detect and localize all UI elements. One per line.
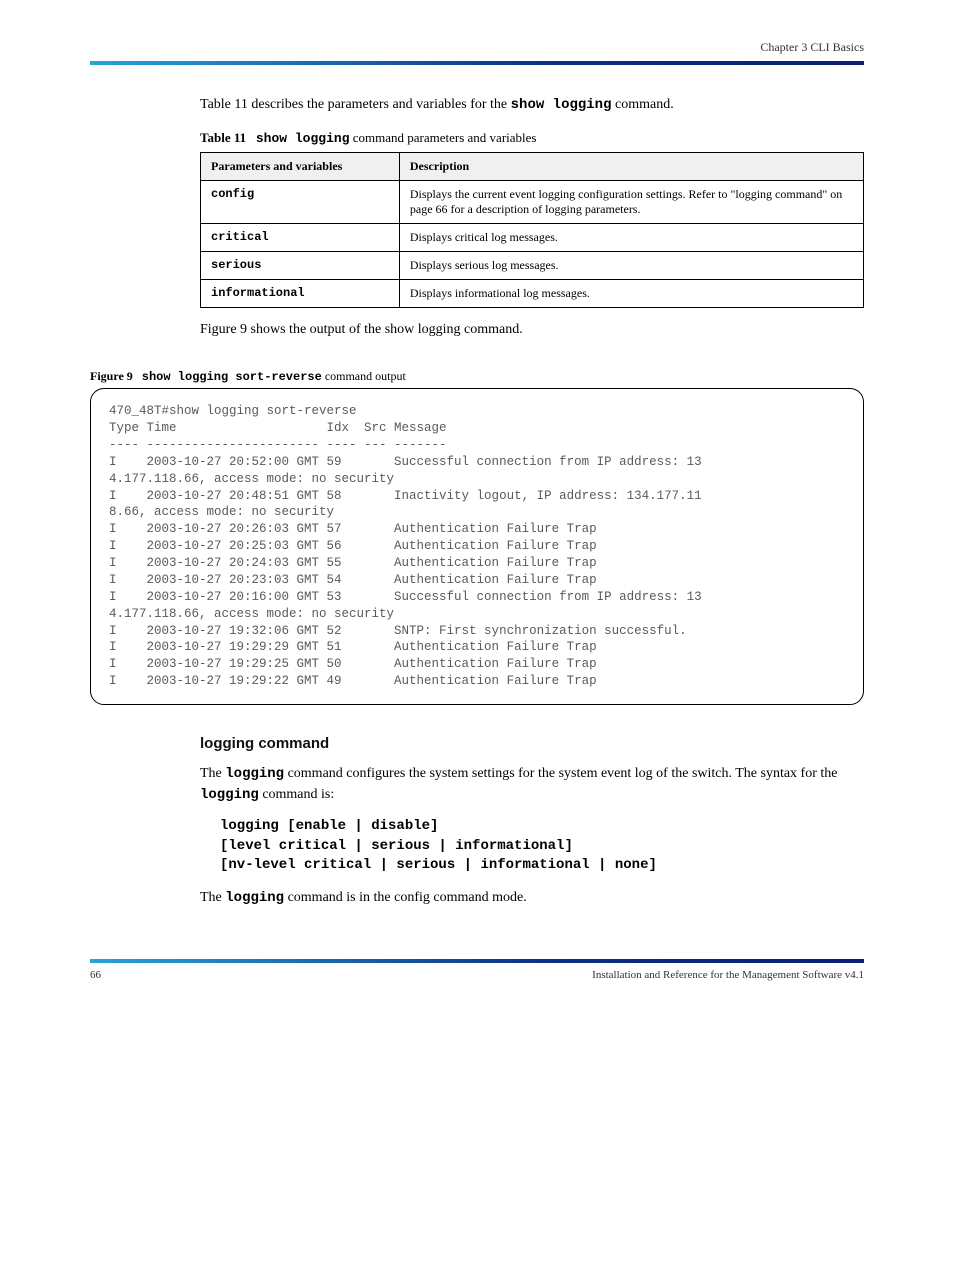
table-number: Table 11 [200, 130, 246, 145]
table-caption-code: show logging [256, 131, 350, 146]
text: command is: [259, 787, 334, 802]
figure-number: Figure 9 [90, 369, 133, 383]
cell-param: critical [201, 223, 400, 251]
header-rule [90, 61, 864, 65]
figure-caption-code: show logging sort-reverse [142, 370, 322, 384]
table-row: config Displays the current event loggin… [201, 180, 864, 223]
document-page: Chapter 3 CLI Basics Table 11 describes … [0, 0, 954, 1021]
text: command. [611, 97, 673, 112]
section-heading: logging command [90, 735, 864, 752]
table-caption: Table 11 show logging command parameters… [200, 130, 864, 146]
text: command parameters and variables [350, 130, 537, 145]
text: command output [322, 369, 406, 383]
cell-param: serious [201, 251, 400, 279]
cell-desc: Displays informational log messages. [399, 279, 863, 307]
inline-code: show logging [511, 97, 612, 113]
cell-param: config [201, 180, 400, 223]
terminal-output-box: 470_48T#show logging sort-reverse Type T… [90, 388, 864, 705]
header-chapter-title: Chapter 3 CLI Basics [90, 40, 864, 55]
cell-desc: Displays serious log messages. [399, 251, 863, 279]
page-footer: 66 Installation and Reference for the Ma… [90, 959, 864, 981]
footer-page-number: 66 [90, 969, 101, 981]
section-paragraph-1: The logging command configures the syste… [90, 764, 864, 805]
table-header-row: Parameters and variables Description [201, 152, 864, 180]
cell-desc: Displays the current event logging confi… [399, 180, 863, 223]
terminal-output: 470_48T#show logging sort-reverse Type T… [109, 403, 845, 690]
th-parameter: Parameters and variables [201, 152, 400, 180]
figure-intro-paragraph: Figure 9 shows the output of the show lo… [90, 320, 864, 340]
inline-code: logging [225, 766, 284, 782]
text: command configures the system settings f… [284, 766, 837, 781]
text: The [200, 766, 225, 781]
text: Table 11 describes the parameters and va… [200, 97, 511, 112]
table-row: serious Displays serious log messages. [201, 251, 864, 279]
table-intro-paragraph: Table 11 describes the parameters and va… [90, 95, 864, 116]
table-row: informational Displays informational log… [201, 279, 864, 307]
syntax-block: logging [enable | disable] [level critic… [90, 817, 864, 876]
text: The [200, 890, 225, 905]
inline-code: logging [200, 787, 259, 803]
text: command is in the config command mode. [284, 890, 527, 905]
table-row: critical Displays critical log messages. [201, 223, 864, 251]
figure-caption: Figure 9 show logging sort-reverse comma… [90, 369, 864, 384]
section-paragraph-2: The logging command is in the config com… [90, 888, 864, 909]
th-description: Description [399, 152, 863, 180]
footer-rule [90, 959, 864, 963]
footer-doc-title: Installation and Reference for the Manag… [592, 969, 864, 981]
parameters-table: Parameters and variables Description con… [200, 152, 864, 308]
cell-param: informational [201, 279, 400, 307]
cell-desc: Displays critical log messages. [399, 223, 863, 251]
inline-code: logging [225, 890, 284, 906]
